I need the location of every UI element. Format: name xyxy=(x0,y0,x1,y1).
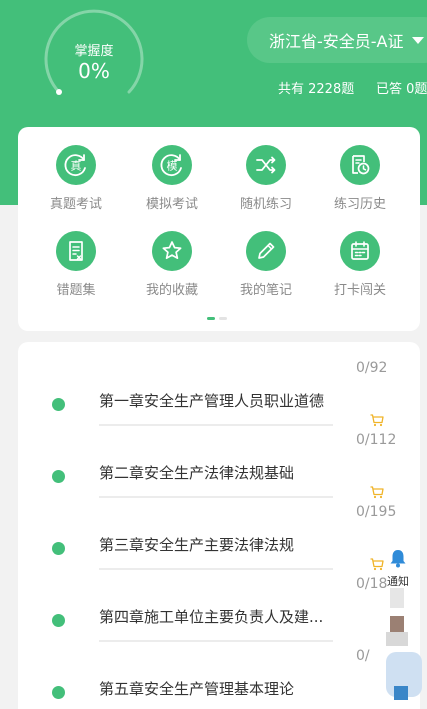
chapter-list: 第一章安全生产管理人员职业道德 0/92 第二章安全生产法律法规基础 0/112… xyxy=(18,342,420,709)
answered-questions: 已答 0题 xyxy=(376,82,427,97)
mastery-label: 掌握度 xyxy=(74,44,114,59)
chapter-bullet-icon xyxy=(52,686,65,699)
chapter-bullet-icon xyxy=(52,470,65,483)
menu-random-practice[interactable]: 随机练习 xyxy=(220,145,312,212)
mastery-progress-dot xyxy=(56,89,62,95)
menu-real-exam-label: 真题考试 xyxy=(49,197,102,212)
chapter-divider xyxy=(99,568,333,570)
menu-check-in-label: 打卡闯关 xyxy=(333,283,386,298)
menu-wrong-questions-label: 错题集 xyxy=(56,283,96,298)
chapter-title: 第三章安全生产主要法律法规 xyxy=(99,536,295,554)
mastery-gauge: 掌握度 0% xyxy=(42,8,146,112)
notification-label: 通知 xyxy=(387,575,409,588)
page-indicator xyxy=(207,317,227,336)
floating-blurred-widget[interactable] xyxy=(386,588,422,709)
menu-notes-label: 我的笔记 xyxy=(239,283,292,298)
menu-check-in[interactable]: 打卡闯关 xyxy=(314,231,406,298)
chapter-item[interactable]: 第二章安全生产法律法规基础 0/112 xyxy=(18,428,420,500)
calendar-icon xyxy=(340,231,380,271)
real-exam-icon: 真 xyxy=(56,145,96,185)
menu-practice-history[interactable]: 练习历史 xyxy=(314,145,406,212)
chapter-bullet-icon xyxy=(52,614,65,627)
caret-down-icon xyxy=(411,36,424,44)
menu-mock-exam-label: 模拟考试 xyxy=(145,197,198,212)
chapter-bullet-icon xyxy=(52,542,65,555)
svg-text:模: 模 xyxy=(167,160,178,173)
total-questions: 共有 2228题 xyxy=(278,82,355,97)
shuffle-icon xyxy=(246,145,286,185)
chapter-count: 0/92 xyxy=(356,360,388,376)
chapter-bullet-icon xyxy=(52,398,65,411)
chapter-title: 第四章施工单位主要负责人及建... xyxy=(99,608,324,626)
menu-notes[interactable]: 我的笔记 xyxy=(220,231,312,298)
chapter-item[interactable]: 第五章安全生产管理基本理论 0/ xyxy=(18,644,420,709)
page-indicator-active xyxy=(207,317,215,320)
mastery-value: 0% xyxy=(78,59,110,83)
chapter-item[interactable]: 第三章安全生产主要法律法规 0/195 xyxy=(18,500,420,572)
function-menu: 真 真题考试 模 模拟考试 随机练习 练习历史 错题集 我的收藏 我的笔记 打卡… xyxy=(18,127,420,331)
chapter-count: 0/112 xyxy=(356,432,397,448)
chapter-item[interactable]: 第四章施工单位主要负责人及建... 0/18 xyxy=(18,572,420,644)
pencil-icon xyxy=(246,231,286,271)
history-icon xyxy=(340,145,380,185)
exam-selector-label: 浙江省-安全员-A证 xyxy=(269,32,404,51)
svg-text:真: 真 xyxy=(71,159,82,173)
menu-random-practice-label: 随机练习 xyxy=(239,197,292,212)
chapter-count: 0/195 xyxy=(356,504,397,520)
menu-favorites-label: 我的收藏 xyxy=(145,283,198,298)
menu-mock-exam[interactable]: 模 模拟考试 xyxy=(126,145,218,212)
chapter-title: 第二章安全生产法律法规基础 xyxy=(99,464,295,482)
menu-wrong-questions[interactable]: 错题集 xyxy=(30,231,122,298)
chapter-title: 第一章安全生产管理人员职业道德 xyxy=(99,392,325,410)
star-icon xyxy=(152,231,192,271)
chapter-divider xyxy=(99,640,333,642)
bell-icon xyxy=(390,550,406,568)
chapter-item[interactable]: 第一章安全生产管理人员职业道德 0/92 xyxy=(18,356,420,428)
menu-practice-history-label: 练习历史 xyxy=(333,197,386,212)
wrong-questions-icon xyxy=(56,231,96,271)
menu-favorites[interactable]: 我的收藏 xyxy=(126,231,218,298)
menu-real-exam[interactable]: 真 真题考试 xyxy=(30,145,122,212)
chapter-divider xyxy=(99,496,333,498)
chapter-title: 第五章安全生产管理基本理论 xyxy=(99,680,295,698)
mock-exam-icon: 模 xyxy=(152,145,192,185)
notification-button[interactable]: 通知 xyxy=(378,548,418,590)
page-indicator-inactive xyxy=(219,317,227,320)
exam-selector[interactable]: 浙江省-安全员-A证 xyxy=(247,17,427,63)
chapter-divider xyxy=(99,424,333,426)
